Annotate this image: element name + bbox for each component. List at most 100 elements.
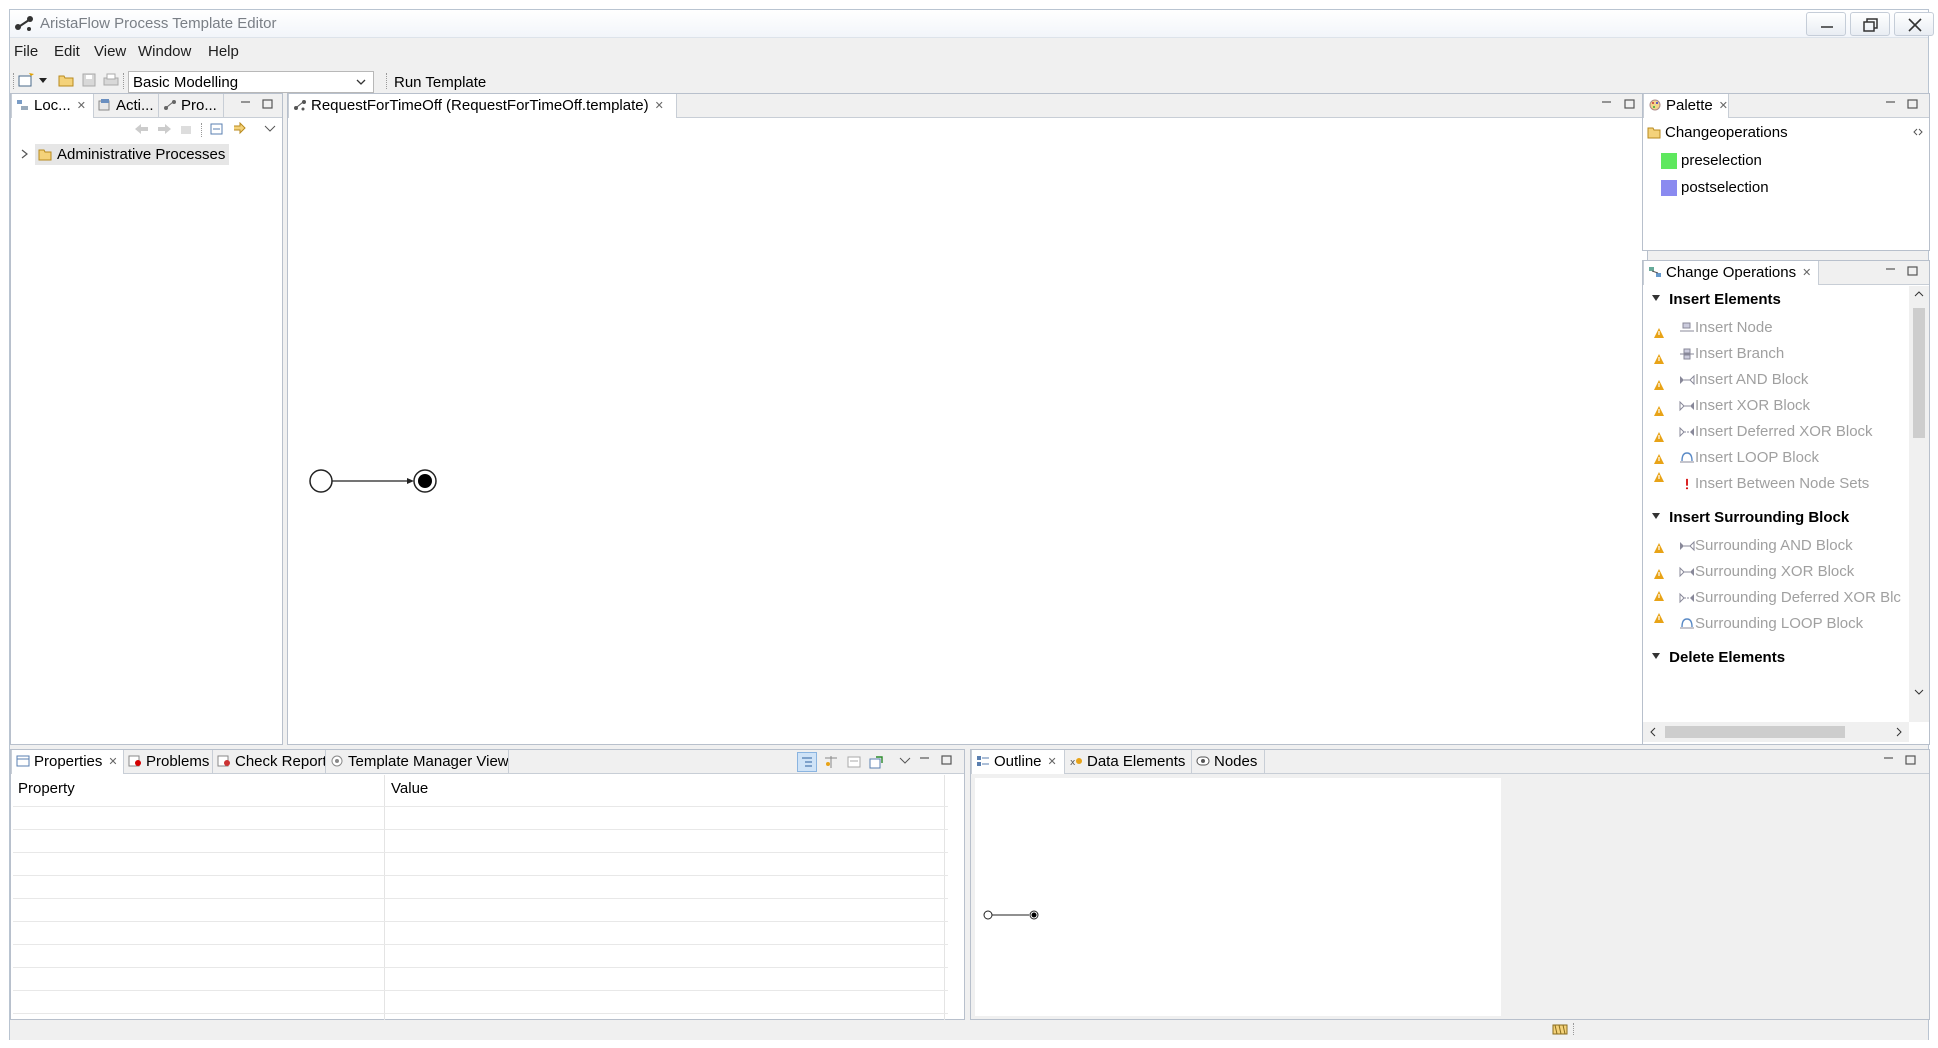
forward-arrow-icon[interactable]: [156, 123, 172, 135]
progress-trim-icon[interactable]: [1552, 1022, 1570, 1036]
minimize-icon[interactable]: [1600, 98, 1614, 110]
palette-group-header[interactable]: Changeoperations: [1647, 124, 1925, 144]
op-surrounding-xor-block[interactable]: Surrounding XOR Block: [1653, 563, 1903, 583]
op-insert-between-node-sets[interactable]: Insert Between Node Sets: [1653, 472, 1913, 495]
expand-arrow-icon[interactable]: [20, 148, 30, 160]
categories-toggle[interactable]: [797, 752, 817, 772]
section-insert-elements[interactable]: Insert Elements: [1651, 291, 1781, 308]
folder-open-icon: [38, 149, 52, 161]
view-menu-chevron-icon[interactable]: [899, 756, 911, 766]
tab-template-manager-view[interactable]: Template Manager View: [326, 750, 509, 774]
tab-change-operations[interactable]: Change Operations ✕: [1643, 261, 1819, 285]
scroll-right-icon[interactable]: [1895, 727, 1903, 737]
section-delete-elements[interactable]: Delete Elements: [1651, 649, 1785, 666]
column-header-value[interactable]: Value: [391, 780, 428, 797]
start-node[interactable]: [309, 469, 333, 493]
tab-label: Template Manager View: [348, 753, 509, 770]
maximize-icon[interactable]: [940, 754, 954, 766]
op-insert-node[interactable]: Insert Node: [1653, 319, 1903, 339]
close-tab-icon[interactable]: ✕: [1048, 755, 1057, 768]
tab-activities[interactable]: Acti...: [94, 94, 159, 118]
svg-text:x: x: [1070, 758, 1076, 767]
tab-outline[interactable]: Outline ✕: [971, 750, 1065, 774]
view-menu-chevron-icon[interactable]: [264, 124, 276, 134]
tab-location[interactable]: Loc... ✕: [11, 94, 94, 118]
section-insert-surrounding-block[interactable]: Insert Surrounding Block: [1651, 509, 1849, 526]
scroll-up-icon[interactable]: [1914, 290, 1924, 298]
minimize-window-button[interactable]: [1806, 12, 1846, 36]
collapse-group-icon[interactable]: [1913, 128, 1923, 136]
maximize-icon[interactable]: [1904, 754, 1918, 766]
warning-icon: [1654, 354, 1664, 364]
tab-problems[interactable]: Problems: [124, 750, 213, 774]
open-folder-icon[interactable]: [58, 73, 74, 87]
minimize-icon[interactable]: [1884, 98, 1898, 110]
collapse-all-icon[interactable]: [210, 123, 224, 135]
op-surrounding-deferred-xor-block[interactable]: Surrounding Deferred XOR Blc: [1653, 589, 1923, 609]
tab-label: Loc...: [34, 97, 71, 114]
tab-palette[interactable]: Palette ✕: [1643, 94, 1729, 118]
minimize-icon[interactable]: [239, 98, 253, 110]
op-insert-loop-block[interactable]: Insert LOOP Block: [1653, 449, 1903, 469]
maximize-icon[interactable]: [1906, 98, 1920, 110]
perspective-select[interactable]: Basic Modelling: [128, 71, 374, 93]
close-tab-icon[interactable]: ✕: [655, 99, 664, 112]
tab-request-for-time-off[interactable]: RequestForTimeOff (RequestForTimeOff.tem…: [288, 94, 677, 118]
menu-file[interactable]: File: [14, 43, 38, 60]
tree-item-administrative-processes[interactable]: Administrative Processes: [35, 144, 230, 165]
tab-check-report[interactable]: Check Report: [213, 750, 326, 774]
close-tab-icon[interactable]: ✕: [108, 755, 117, 768]
problems-icon: [128, 755, 141, 767]
new-dropdown-chevron-icon[interactable]: [38, 73, 48, 87]
horizontal-scrollbar-thumb[interactable]: [1665, 726, 1845, 738]
new-icon[interactable]: [18, 73, 34, 87]
tab-label: Problems: [146, 753, 210, 770]
minimize-icon[interactable]: [1884, 265, 1898, 277]
maximize-icon[interactable]: [1906, 265, 1920, 277]
menu-edit[interactable]: Edit: [54, 43, 80, 60]
back-arrow-icon[interactable]: [134, 123, 150, 135]
op-insert-xor-block[interactable]: Insert XOR Block: [1653, 397, 1903, 417]
link-with-editor-icon[interactable]: [232, 122, 248, 136]
maximize-icon[interactable]: [1623, 98, 1637, 110]
close-tab-icon[interactable]: ✕: [1719, 99, 1728, 112]
scroll-left-icon[interactable]: [1649, 727, 1657, 737]
tab-label: Outline: [994, 753, 1042, 770]
postselection-swatch: [1661, 180, 1677, 196]
column-header-property[interactable]: Property: [18, 780, 75, 797]
close-tab-icon[interactable]: ✕: [1802, 266, 1811, 279]
close-tab-icon[interactable]: ✕: [77, 99, 86, 112]
close-window-button[interactable]: [1894, 12, 1934, 36]
menu-window[interactable]: Window: [138, 43, 191, 60]
save-icon[interactable]: [81, 73, 97, 87]
restore-window-button[interactable]: [1850, 12, 1890, 36]
minimize-icon[interactable]: [918, 754, 932, 766]
tab-processes[interactable]: Pro...: [159, 94, 224, 118]
op-insert-and-block[interactable]: Insert AND Block: [1653, 371, 1903, 391]
outline-canvas[interactable]: [975, 778, 1501, 1016]
table-row-divider: [13, 852, 948, 853]
menu-view[interactable]: View: [94, 43, 126, 60]
menu-help[interactable]: Help: [208, 43, 239, 60]
vertical-scrollbar[interactable]: [1909, 286, 1929, 722]
scroll-down-icon[interactable]: [1914, 688, 1924, 696]
home-icon[interactable]: [179, 123, 193, 135]
palette-item-preselection[interactable]: preselection: [1661, 151, 1861, 171]
horizontal-scrollbar[interactable]: [1643, 722, 1909, 742]
tab-data-elements[interactable]: x Data Elements: [1065, 750, 1192, 774]
op-insert-deferred-xor-block[interactable]: Insert Deferred XOR Block: [1653, 423, 1913, 443]
tab-nodes[interactable]: Nodes: [1192, 750, 1265, 774]
minimize-icon[interactable]: [1882, 754, 1896, 766]
pin-view-icon[interactable]: [868, 755, 884, 769]
run-template-button[interactable]: Run Template: [394, 74, 486, 91]
vertical-scrollbar-thumb[interactable]: [1913, 308, 1925, 438]
show-advanced-icon[interactable]: [823, 755, 839, 769]
palette-item-postselection[interactable]: postselection: [1661, 178, 1861, 198]
op-insert-branch[interactable]: Insert Branch: [1653, 345, 1903, 365]
restore-default-icon[interactable]: [846, 755, 862, 769]
op-surrounding-and-block[interactable]: Surrounding AND Block: [1653, 537, 1903, 557]
maximize-icon[interactable]: [261, 98, 275, 110]
tab-properties[interactable]: Properties ✕: [11, 750, 124, 774]
op-surrounding-loop-block[interactable]: Surrounding LOOP Block: [1653, 613, 1903, 635]
print-icon[interactable]: [103, 73, 119, 87]
